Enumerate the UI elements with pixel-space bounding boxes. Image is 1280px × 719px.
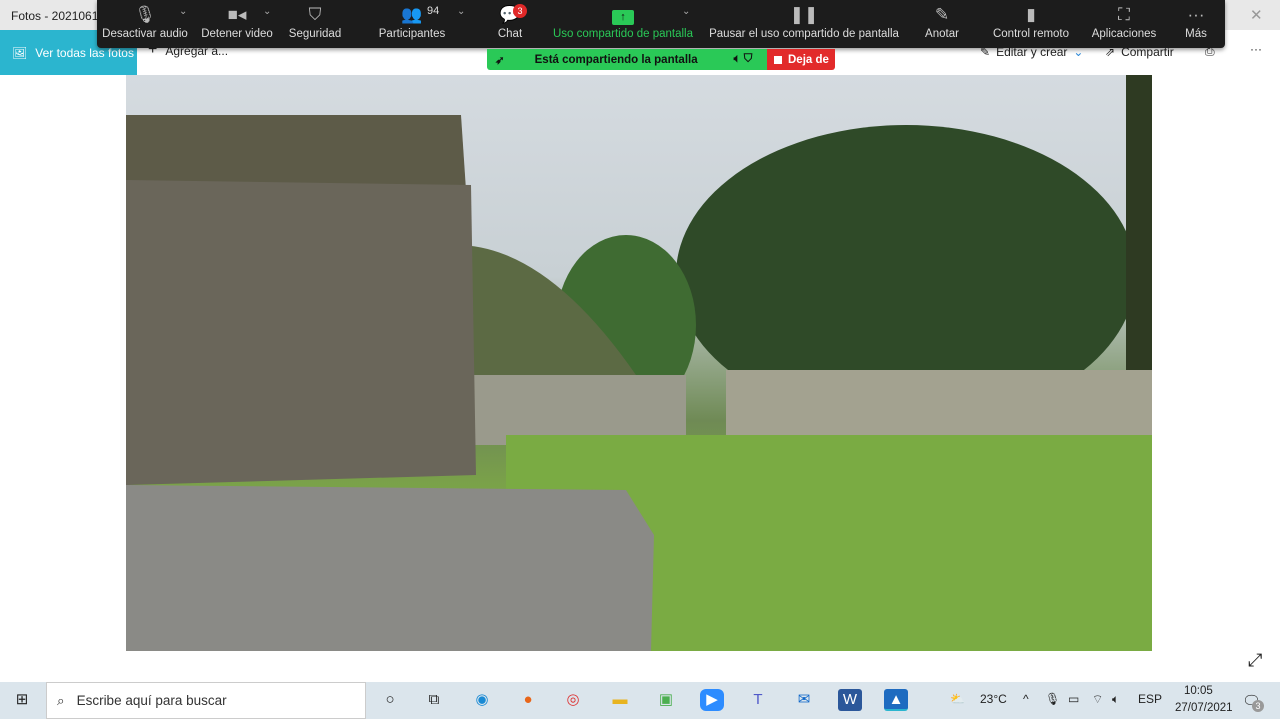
teams-icon[interactable]: T (746, 689, 770, 711)
share-screen-icon: ↑ (552, 0, 694, 28)
notification-count: 3 (1252, 700, 1264, 712)
apps-icon: ⛶ (1118, 5, 1130, 24)
file-explorer-icon[interactable]: ▬ (608, 689, 632, 711)
word-icon[interactable]: W (838, 689, 862, 711)
microphone-icon: 🎙 (134, 5, 156, 24)
more-options-button[interactable]: ··· Más (1182, 0, 1210, 48)
shield-icon: ⛉ (308, 5, 322, 24)
cortana-icon[interactable]: ○ (378, 689, 402, 711)
zoom-app-icon[interactable]: ▶ (700, 689, 724, 711)
microphone-icon: 🎙︎ (1045, 692, 1061, 706)
wifi-icon[interactable]: ⌔ (1092, 692, 1103, 707)
chevron-down-icon[interactable]: ⌄ (263, 6, 271, 17)
zoom-meeting-toolbar: 🎙 Desactivar audio ⌄ ■◂ Detener video ⌄ ⛉ Seg… (97, 0, 1225, 48)
language-indicator[interactable]: ESP (1138, 692, 1162, 706)
photo-image (126, 75, 1152, 651)
search-icon: ⌕ (57, 692, 65, 708)
chevron-down-icon[interactable]: ⌄ (682, 6, 690, 17)
more-icon: ··· (1187, 5, 1205, 24)
stop-video-button[interactable]: ■◂ Detener video ⌄ (197, 0, 277, 48)
pause-share-button[interactable]: ❚❚ Pausar el uso compartido de pantalla (709, 0, 899, 48)
share-screen-button[interactable]: ↑ Uso compartido de pantalla ⌄ (552, 0, 694, 48)
chat-badge: 3 (513, 4, 527, 18)
window-title: Fotos - 20210616 (11, 9, 106, 23)
chevron-down-icon[interactable]: ⌄ (457, 6, 465, 17)
chat-button[interactable]: 💬 Chat 3 (492, 0, 528, 48)
weather-icon[interactable]: ⛅ (950, 692, 965, 706)
remote-control-button[interactable]: ▮ Control remoto (990, 0, 1072, 48)
stop-share-button[interactable]: Deja de (767, 49, 835, 70)
pause-icon: ❚❚ (789, 5, 819, 24)
windows-start-icon[interactable]: ⊞ (10, 689, 34, 711)
mail-icon[interactable]: ✉ (792, 689, 816, 711)
security-button[interactable]: ⛉ Seguridad (285, 0, 345, 48)
chrome-icon[interactable]: ◎ (561, 689, 585, 711)
more-button[interactable]: ··· (1250, 42, 1262, 56)
close-icon[interactable]: ✕ (1250, 6, 1263, 24)
task-view-icon[interactable]: ⧉ (422, 689, 446, 711)
fullscreen-icon[interactable]: ⤢ (1248, 650, 1262, 671)
clock-date[interactable]: 27/07/2021 (1175, 702, 1233, 714)
weather-temp[interactable]: 23°C (980, 692, 1007, 706)
participants-button[interactable]: 👥 Participantes 94 ⌄ (375, 0, 466, 48)
participant-count: 94 (427, 5, 440, 17)
chevron-up-icon[interactable]: ^ (1023, 692, 1029, 706)
battery-icon[interactable]: ▭ (1068, 692, 1079, 706)
photos-app-icon[interactable]: ▲ (884, 689, 908, 711)
clock-time[interactable]: 10:05 (1184, 685, 1213, 697)
edge-icon[interactable]: ◉ (470, 689, 494, 711)
stop-icon (774, 55, 782, 64)
pencil-icon: ✎ (934, 5, 950, 24)
mute-audio-button[interactable]: 🎙 Desactivar audio ⌄ (101, 0, 189, 48)
apps-button[interactable]: ⛶ Aplicaciones (1090, 0, 1158, 48)
pin-icon: ➶ (495, 54, 505, 67)
chevron-down-icon[interactable]: ⌄ (179, 6, 187, 17)
photo-view (126, 75, 1152, 651)
taskbar-search[interactable]: ⌕ Escribe aquí para buscar (46, 682, 366, 719)
volume-icon[interactable]: 🔈︎ (1112, 692, 1119, 707)
mouse-icon: ▮ (1026, 5, 1036, 24)
annotate-button[interactable]: ✎ Anotar (919, 0, 965, 48)
store-icon[interactable]: ▣ (654, 689, 678, 711)
speaker-icon: 🔈︎ ⛉ (733, 53, 753, 65)
image-icon: 🖼 (12, 45, 28, 60)
firefox-icon[interactable]: ● (516, 689, 540, 711)
sharing-banner[interactable]: ➶ Está compartiendo la pantalla 🔈︎ ⛉ (487, 49, 767, 70)
